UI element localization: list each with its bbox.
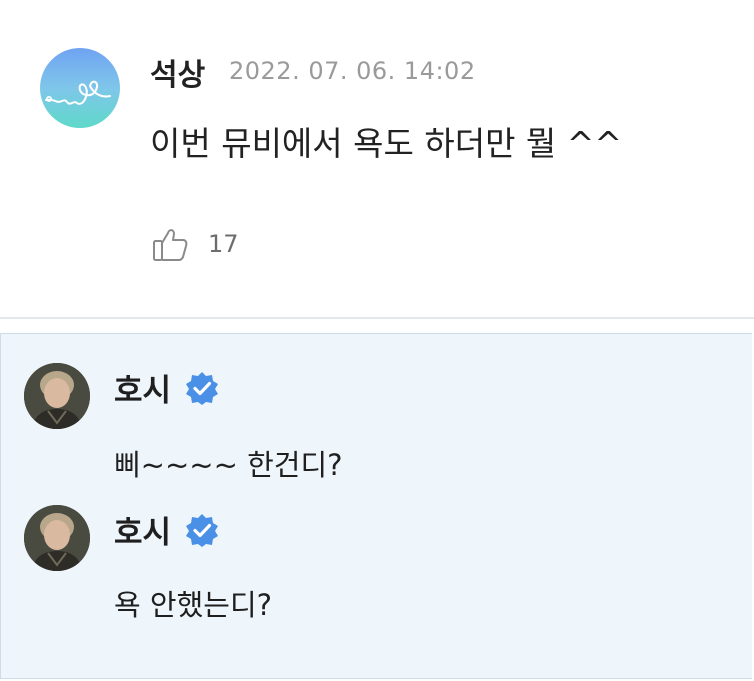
reply-author[interactable]: 호시 (114, 365, 219, 410)
reply-author[interactable]: 호시 (114, 507, 219, 552)
profile-photo-icon (24, 505, 90, 571)
comment-text: 이번 뮤비에서 욕도 하더만 뭘 ^^ (150, 124, 623, 163)
like-count: 17 (208, 230, 239, 258)
reply-text: 삐~~~~ 한건디? (114, 448, 343, 482)
verified-badge-icon (185, 371, 219, 405)
avatar[interactable] (40, 48, 120, 128)
thumbs-up-icon[interactable] (152, 225, 188, 263)
like-button[interactable]: 17 (152, 224, 239, 264)
reply-text: 욕 안했는디? (114, 588, 273, 622)
comment-timestamp: 2022. 07. 06. 14:02 (229, 57, 476, 85)
reply-thread: 호시 삐~~~~ 한건디? 호시 욕 안했는디? (0, 333, 752, 679)
heart-doodle-icon (45, 80, 111, 105)
profile-photo-icon (24, 363, 90, 429)
avatar[interactable] (24, 505, 90, 571)
comment-author[interactable]: 석상 (150, 50, 205, 94)
reply-author-label: 호시 (114, 515, 172, 551)
verified-badge-icon (185, 513, 219, 547)
avatar[interactable] (24, 363, 90, 429)
comment-card: 석상 2022. 07. 06. 14:02 이번 뮤비에서 욕도 하더만 뭘 … (0, 0, 754, 318)
divider (0, 317, 754, 319)
reply-author-label: 호시 (114, 373, 172, 409)
